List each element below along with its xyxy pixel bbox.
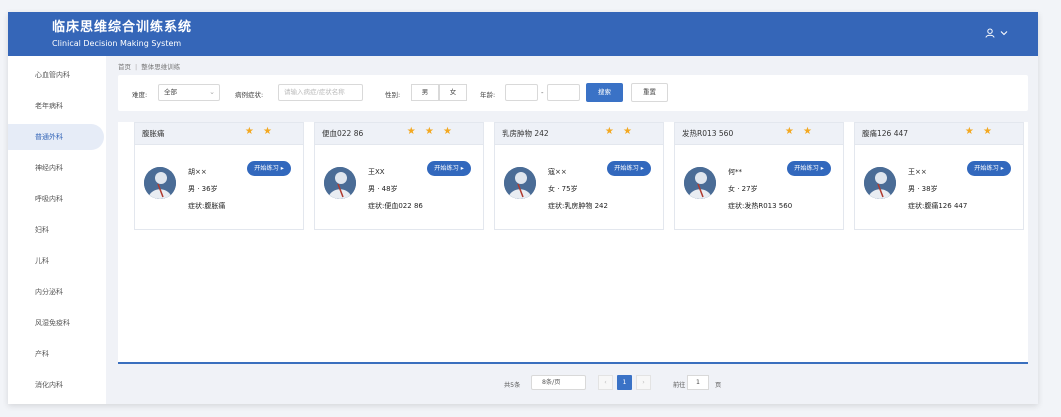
card-header: 便血022 86 ★ ★ ★: [315, 123, 483, 145]
card-header: 乳房肿物 242 ★ ★: [495, 123, 663, 145]
patient-name: 王××: [908, 168, 927, 176]
card-header: 腹胀痛 ★ ★: [135, 123, 303, 145]
sidebar-item-gynecology[interactable]: 妇科: [8, 217, 106, 243]
card-header: 发热R013 560 ★ ★: [675, 123, 843, 145]
goto-label: 前往: [673, 382, 686, 389]
goto-page-input[interactable]: 1: [687, 375, 709, 390]
page-size-value: 8条/页: [542, 379, 561, 386]
difficulty-stars: ★ ★: [244, 126, 275, 137]
difficulty-stars: ★ ★: [784, 126, 815, 137]
case-card-list: 腹胀痛 ★ ★ 胡×× 男 · 36岁 症状:腹胀痛 开始练习 ▸ 便血022 …: [118, 122, 1028, 364]
patient-avatar: [864, 167, 896, 199]
app-window: 临床思维综合训练系统 Clinical Decision Making Syst…: [8, 12, 1038, 404]
user-icon: [985, 28, 995, 38]
patient-avatar: [504, 167, 536, 199]
age-to-input[interactable]: [547, 84, 580, 101]
main-content: 首页 | 整体思维训练 难度: 全部 ⌄ 病例症状: 请输入病症/症状名称 性别: …: [114, 56, 1038, 404]
patient-info: 女 · 27岁: [728, 185, 758, 193]
difficulty-value: 全部: [164, 88, 177, 96]
patient-name: 王XX: [368, 168, 385, 176]
pagination: 共5条 8条/页 ‹ 1 › 前往 1 页: [114, 374, 1038, 396]
sidebar-item-gastroenterology[interactable]: 消化内科: [8, 372, 106, 398]
sidebar-item-neurology[interactable]: 神经内科: [8, 155, 106, 181]
next-page-button[interactable]: ›: [636, 375, 651, 390]
user-menu[interactable]: [985, 28, 1008, 38]
app-title: 临床思维综合训练系统: [52, 20, 193, 35]
case-card: 腹胀痛 ★ ★ 胡×× 男 · 36岁 症状:腹胀痛 开始练习 ▸: [134, 122, 304, 230]
case-card: 腹痛126 447 ★ ★ 王×× 男 · 38岁 症状:腹痛126 447 开…: [854, 122, 1024, 230]
case-title: 腹痛126 447: [862, 129, 909, 138]
case-card: 发热R013 560 ★ ★ 何** 女 · 27岁 症状:发热R013 560…: [674, 122, 844, 230]
sidebar-item-respiratory[interactable]: 呼吸内科: [8, 186, 106, 212]
card-header: 腹痛126 447 ★ ★: [855, 123, 1023, 145]
sidebar-item-geriatrics[interactable]: 老年病科: [8, 93, 106, 119]
page-size-select[interactable]: 8条/页: [531, 375, 586, 390]
case-label: 病例症状:: [235, 91, 264, 99]
difficulty-select[interactable]: 全部 ⌄: [158, 84, 220, 101]
gender-female-option[interactable]: 女: [439, 84, 467, 101]
patient-symptom: 症状:乳房肿物 242: [548, 202, 608, 210]
breadcrumb: 首页 | 整体思维训练: [118, 61, 180, 71]
start-practice-button[interactable]: 开始练习 ▸: [967, 161, 1011, 176]
start-practice-button[interactable]: 开始练习 ▸: [247, 161, 291, 176]
search-button[interactable]: 搜索: [586, 83, 623, 102]
breadcrumb-separator: |: [135, 63, 138, 71]
case-title: 便血022 86: [322, 129, 364, 138]
case-card: 乳房肿物 242 ★ ★ 寇×× 女 · 75岁 症状:乳房肿物 242 开始练…: [494, 122, 664, 230]
start-practice-button[interactable]: 开始练习 ▸: [427, 161, 471, 176]
patient-name: 胡××: [188, 168, 207, 176]
start-practice-button[interactable]: 开始练习 ▸: [607, 161, 651, 176]
patient-avatar: [684, 167, 716, 199]
patient-info: 男 · 48岁: [368, 185, 398, 193]
patient-symptom: 症状:便血022 86: [368, 202, 423, 210]
patient-symptom: 症状:腹痛126 447: [908, 202, 968, 210]
sidebar-item-rheumatology[interactable]: 风湿免疫科: [8, 310, 106, 336]
patient-info: 女 · 75岁: [548, 185, 578, 193]
patient-name: 寇××: [548, 168, 567, 176]
patient-symptom: 症状:腹胀痛: [188, 202, 226, 210]
case-title: 乳房肿物 242: [502, 129, 549, 138]
sidebar-item-pediatrics[interactable]: 儿科: [8, 248, 106, 274]
sidebar-item-cardiology[interactable]: 心血管内科: [8, 62, 106, 88]
total-count: 共5条: [504, 382, 521, 389]
chevron-down-icon: [1000, 31, 1008, 36]
sidebar-item-obstetrics[interactable]: 产科: [8, 341, 106, 367]
difficulty-stars: ★ ★: [604, 126, 635, 137]
breadcrumb-home[interactable]: 首页: [118, 63, 131, 71]
goto-suffix: 页: [715, 382, 722, 389]
gender-male-option[interactable]: 男: [411, 84, 439, 101]
sidebar: 心血管内科 老年病科 普通外科 神经内科 呼吸内科 妇科 儿科 内分泌科 风湿免…: [8, 56, 106, 404]
start-practice-button[interactable]: 开始练习 ▸: [787, 161, 831, 176]
difficulty-stars: ★ ★: [964, 126, 995, 137]
patient-avatar: [144, 167, 176, 199]
patient-name: 何**: [728, 168, 742, 176]
sidebar-item-general-surgery[interactable]: 普通外科: [8, 124, 104, 150]
difficulty-stars: ★ ★ ★: [406, 126, 455, 137]
gender-label: 性别:: [385, 91, 401, 99]
prev-page-button[interactable]: ‹: [598, 375, 613, 390]
patient-symptom: 症状:发热R013 560: [728, 202, 793, 210]
breadcrumb-current: 整体思维训练: [141, 63, 181, 71]
chevron-down-icon: ⌄: [209, 88, 215, 96]
page-number-current[interactable]: 1: [617, 375, 632, 390]
patient-avatar: [324, 167, 356, 199]
patient-info: 男 · 38岁: [908, 185, 938, 193]
reset-button[interactable]: 重置: [631, 83, 668, 102]
sidebar-item-endocrinology[interactable]: 内分泌科: [8, 279, 106, 305]
age-separator: -: [541, 89, 544, 97]
patient-info: 男 · 36岁: [188, 185, 218, 193]
filter-bar: 难度: 全部 ⌄ 病例症状: 请输入病症/症状名称 性别: 男 女 年龄: - …: [118, 75, 1028, 111]
age-from-input[interactable]: [505, 84, 538, 101]
case-card: 便血022 86 ★ ★ ★ 王XX 男 · 48岁 症状:便血022 86 开…: [314, 122, 484, 230]
age-label: 年龄:: [480, 91, 496, 99]
case-search-input[interactable]: 请输入病症/症状名称: [278, 84, 363, 101]
case-title: 发热R013 560: [682, 129, 734, 138]
case-title: 腹胀痛: [142, 129, 165, 138]
top-header: 临床思维综合训练系统 Clinical Decision Making Syst…: [8, 12, 1038, 56]
difficulty-label: 难度:: [132, 91, 148, 99]
app-subtitle: Clinical Decision Making System: [52, 39, 182, 48]
